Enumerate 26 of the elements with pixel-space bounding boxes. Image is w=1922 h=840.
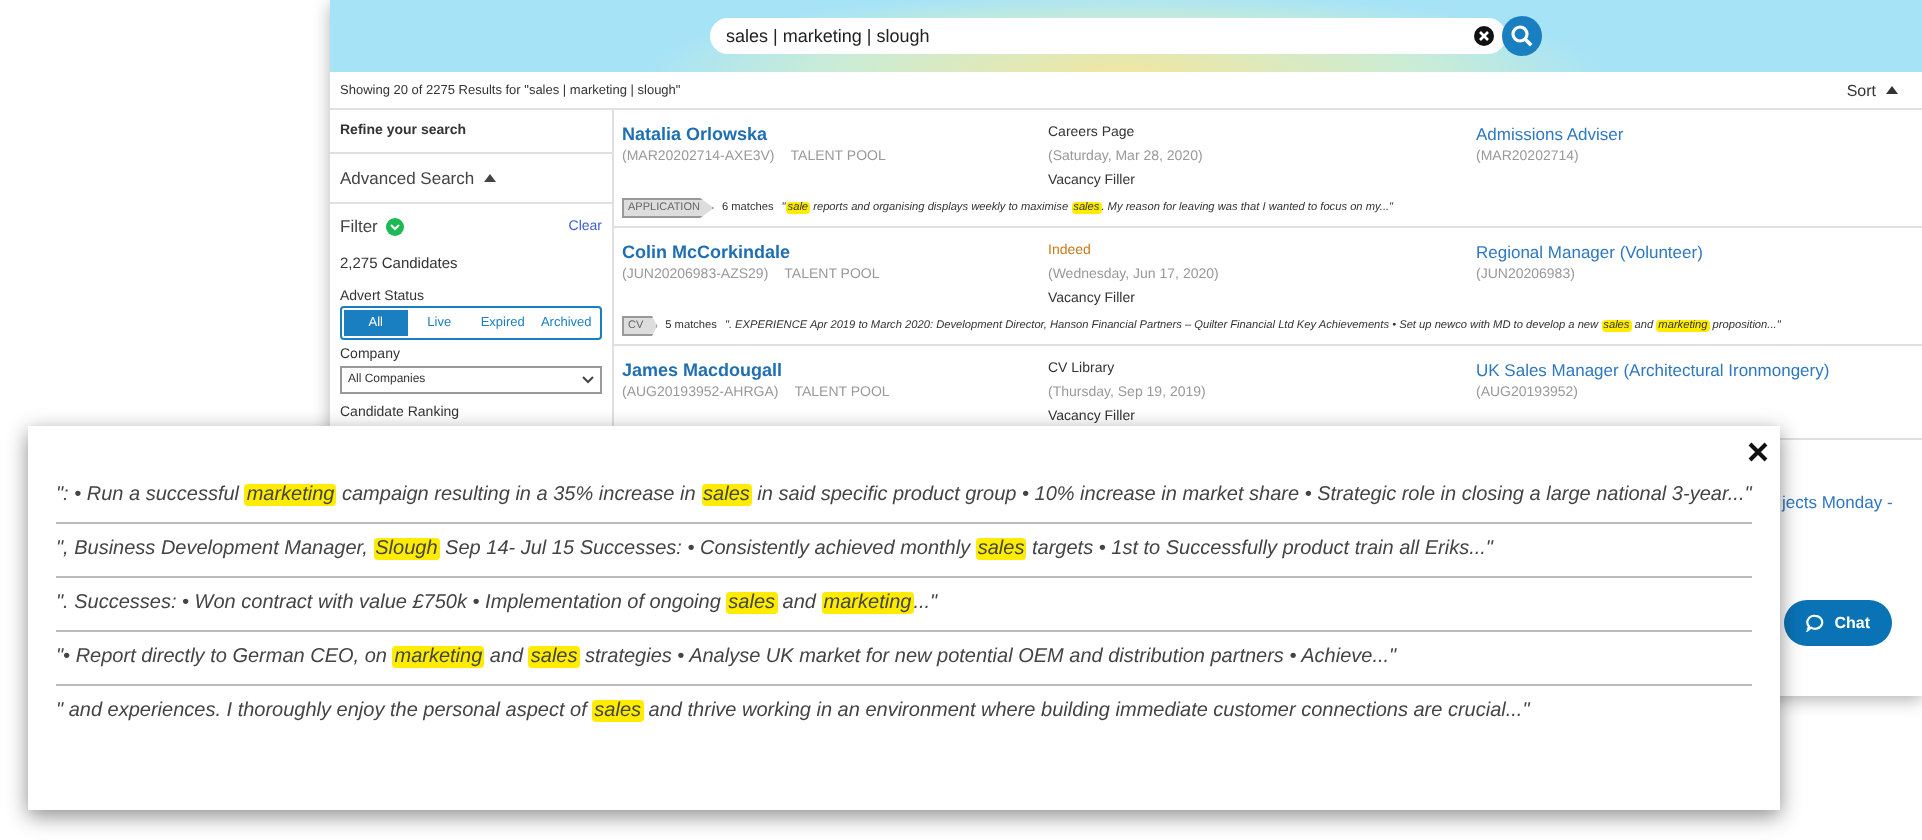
match-snippet: " and experiences. I thoroughly enjoy the personal aspect of sales and thrive working in an environment where building immediate customer connections are crucial..." [56, 698, 1533, 726]
job-title[interactable]: UK Sales Manager (Architectural Ironmongery) [1476, 358, 1914, 382]
filter-label: Filter [340, 216, 378, 236]
chat-icon [1806, 614, 1825, 632]
job-title[interactable]: Admissions Adviser [1476, 122, 1914, 146]
search-icon [1510, 24, 1534, 48]
clear-icon[interactable] [1474, 26, 1494, 46]
caret-icon [484, 174, 497, 182]
match-snippet: "• Report directly to German CEO, on marketing and sales strategies • Analyse UK market for new potential OEM and distribution partners • Achieve..." [56, 632, 1752, 686]
search-button[interactable] [1502, 16, 1542, 56]
job-title[interactable]: Regional Manager (Volunteer) [1476, 240, 1914, 264]
sort-button[interactable]: Sort [1846, 81, 1898, 99]
candidate-name[interactable]: Natalia Orlowska [622, 122, 1048, 146]
match-snippet: ": • Run a successful marketing campaign resulting in a 35% increase in sales in said specific product group • 10% increase in market share • Strategic role in closing a large national 3-year..." [56, 470, 1752, 524]
match-snippet: ". Successes: • Won contract with value £750k • Implementation of ongoing sales and marketing..." [56, 578, 1752, 632]
caret-icon [1886, 86, 1898, 94]
chevron-icon [582, 376, 594, 384]
match-snippet: ", Business Development Manager, Slough Sep 14- Jul 15 Successes: • Consistently achieved monthly sales targets • 1st to Successfully product train all Eriks..." [56, 524, 1752, 578]
search-field[interactable]: sales | marketing | slough [710, 18, 1506, 54]
advanced-search-toggle[interactable]: Advanced Search [330, 154, 612, 204]
chat-button[interactable]: Chat [1784, 600, 1892, 646]
candidate-name[interactable]: Colin McCorkindale [622, 240, 1048, 264]
candidate-name[interactable]: James Macdougall [622, 358, 1048, 382]
add-filter-icon[interactable] [385, 217, 404, 235]
job-title[interactable]: jects Monday - [1782, 492, 1893, 512]
close-button[interactable] [1744, 438, 1772, 466]
